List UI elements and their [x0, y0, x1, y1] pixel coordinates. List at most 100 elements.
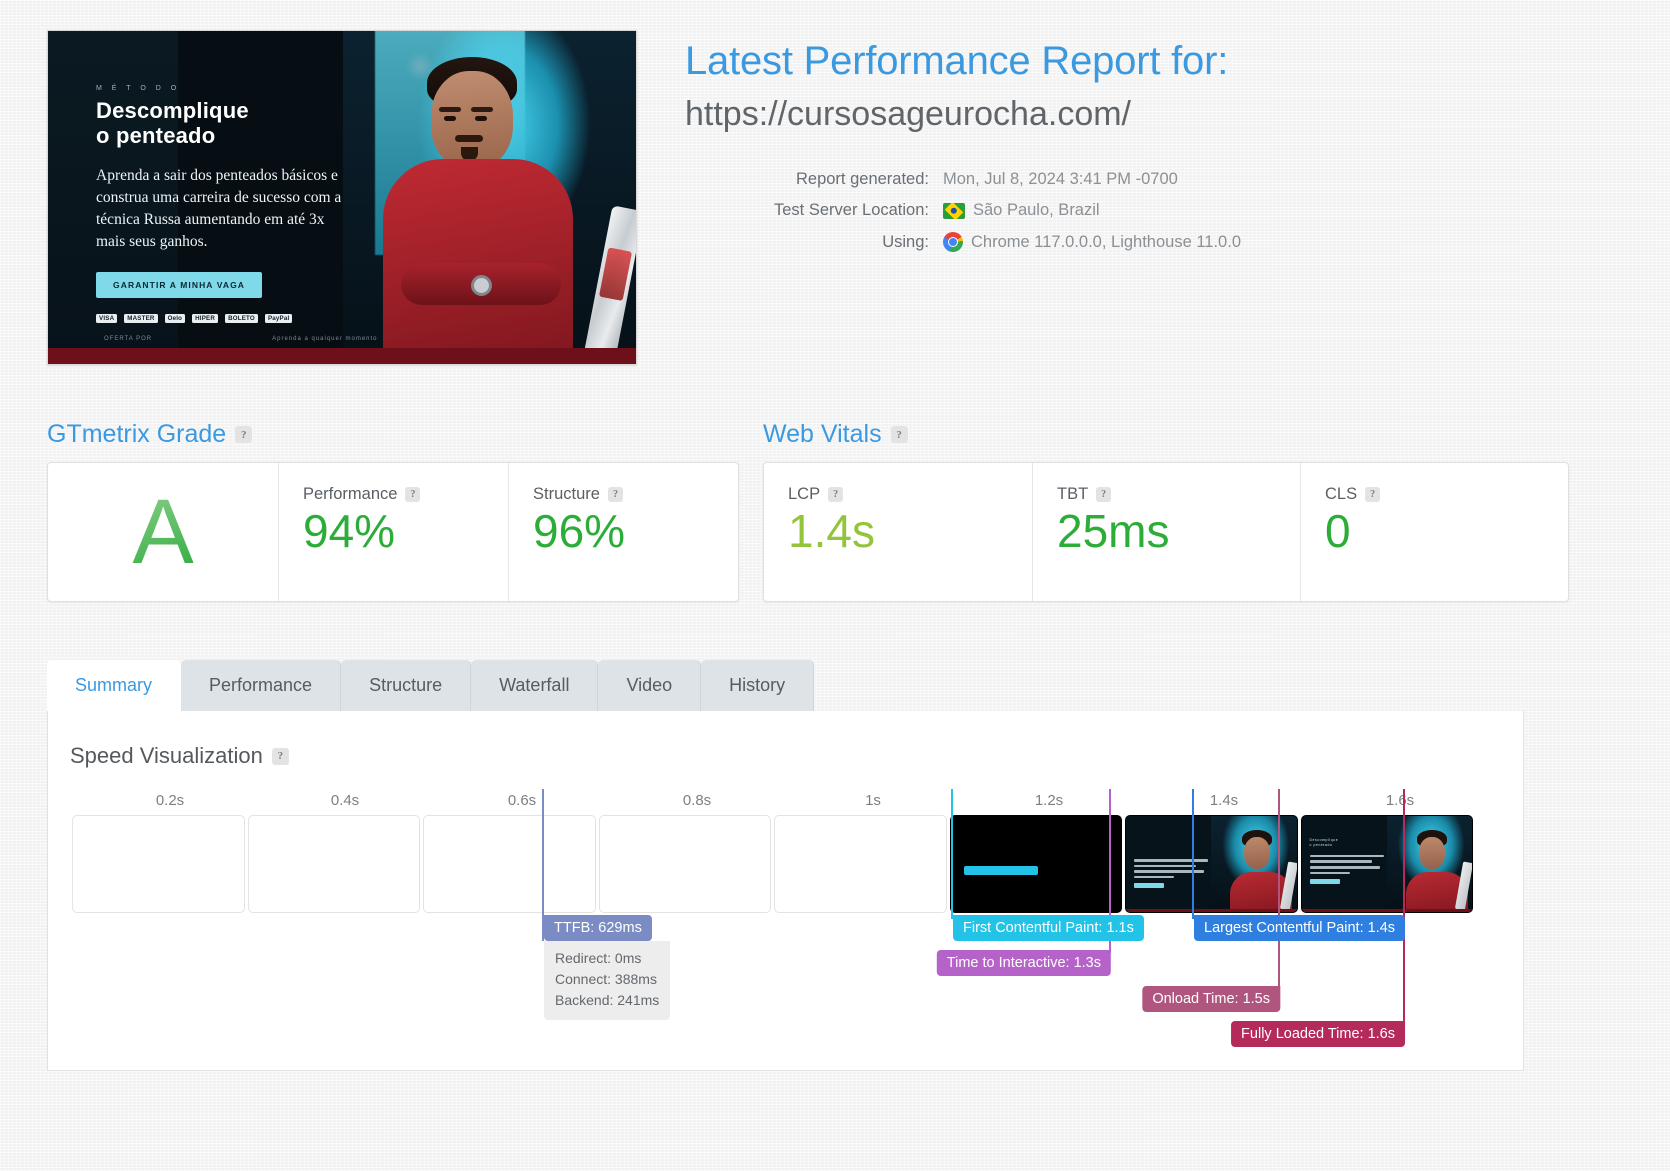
- screenshot-bottom-bar: [48, 348, 636, 364]
- screenshot-hero-photo: [343, 31, 636, 364]
- payment-icon: MASTER: [124, 314, 158, 324]
- loading-bar: [963, 866, 1038, 875]
- performance-metric-cell: Performance ? 94%: [278, 463, 508, 601]
- tti-marker-label[interactable]: Time to Interactive: 1.3s: [936, 950, 1111, 976]
- report-header-section: M É T O D O Descomplique o penteado Apre…: [0, 0, 1670, 365]
- tbt-label: TBT: [1057, 485, 1089, 503]
- help-icon[interactable]: ?: [235, 426, 253, 443]
- report-metadata: Report generated: Mon, Jul 8, 2024 3:41 …: [685, 170, 1241, 253]
- meta-label: Test Server Location:: [774, 201, 929, 220]
- chrome-icon: [943, 232, 963, 253]
- meta-row-using: Using: Chrome 117.0.0.0, Lighthouse 11.0…: [685, 232, 1241, 253]
- help-icon[interactable]: ?: [271, 747, 289, 765]
- gtmetrix-grade-card: A Performance ? 94% Structure ? 96%: [47, 462, 739, 602]
- axis-tick: 1.2s: [1034, 792, 1064, 809]
- help-icon[interactable]: ?: [828, 487, 844, 502]
- web-vitals-card: LCP ? 1.4s TBT ? 25ms CLS ? 0: [763, 462, 1569, 602]
- filmstrip-frame[interactable]: [774, 815, 947, 913]
- meta-row-generated: Report generated: Mon, Jul 8, 2024 3:41 …: [685, 170, 1241, 189]
- marker-line-lcp: [1192, 789, 1194, 919]
- axis-tick: 1s: [865, 792, 881, 809]
- marker-line-onload: [1278, 789, 1280, 989]
- tab-history[interactable]: History: [701, 660, 815, 711]
- help-icon[interactable]: ?: [1096, 487, 1112, 502]
- performance-label: Performance: [303, 485, 398, 503]
- timeline-axis: 0.2s 0.4s 0.6s 0.8s 1s 1.2s 1.4s 1.6s: [72, 789, 1500, 815]
- structure-value: 96%: [533, 505, 626, 557]
- lcp-marker-label[interactable]: Largest Contentful Paint: 1.4s: [1194, 915, 1406, 941]
- lcp-metric-cell: LCP ? 1.4s: [764, 463, 1032, 601]
- meta-value: Mon, Jul 8, 2024 3:41 PM -0700: [943, 170, 1178, 189]
- meta-row-server-location: Test Server Location: São Paulo, Brazil: [685, 201, 1241, 220]
- marker-line-fully: [1403, 789, 1405, 1025]
- performance-value: 94%: [303, 505, 396, 557]
- ttfb-detail-box: Redirect: 0ms Connect: 388ms Backend: 24…: [544, 941, 671, 1020]
- web-vitals-title: Web Vitals ?: [763, 420, 1569, 449]
- meta-label: Report generated:: [795, 170, 929, 189]
- tbt-metric-cell: TBT ? 25ms: [1032, 463, 1300, 601]
- help-icon[interactable]: ?: [890, 426, 908, 443]
- meta-label: Using:: [882, 232, 929, 251]
- payment-icon: VISA: [96, 314, 118, 324]
- tab-waterfall[interactable]: Waterfall: [471, 660, 599, 711]
- onload-marker-label[interactable]: Onload Time: 1.5s: [1142, 986, 1280, 1012]
- ttfb-connect: Connect: 388ms: [555, 971, 657, 987]
- structure-metric-cell: Structure ? 96%: [508, 463, 738, 601]
- page-title: Latest Performance Report for:: [685, 39, 1229, 83]
- speed-visualization-title: Speed Visualization ?: [70, 743, 1523, 769]
- filmstrip-frame[interactable]: [72, 815, 245, 913]
- filmstrip: Descomplique o penteado: [72, 815, 1500, 913]
- payment-icon: Oelo: [164, 314, 186, 324]
- ttfb-redirect: Redirect: 0ms: [555, 950, 642, 966]
- payment-icon: HIPER: [192, 314, 219, 324]
- screenshot-footer-right: Aprenda a qualquer momento: [272, 336, 378, 342]
- tab-performance[interactable]: Performance: [181, 660, 342, 711]
- ttfb-backend: Backend: 241ms: [555, 992, 660, 1008]
- cls-metric-cell: CLS ? 0: [1300, 463, 1568, 601]
- gtmetrix-grade-label: GTmetrix Grade: [47, 420, 227, 448]
- brazil-flag-icon: [943, 202, 965, 219]
- tbt-value: 25ms: [1057, 505, 1170, 557]
- fcp-marker-label[interactable]: First Contentful Paint: 1.1s: [953, 915, 1144, 941]
- screenshot-cta-button: GARANTIR A MINHA VAGA: [96, 272, 263, 299]
- ttfb-marker-label[interactable]: TTFB: 629ms: [544, 915, 652, 941]
- help-icon[interactable]: ?: [607, 487, 623, 502]
- cls-label: CLS: [1325, 485, 1358, 503]
- tab-summary[interactable]: Summary: [47, 660, 182, 711]
- axis-tick: 0.6s: [507, 792, 537, 809]
- help-icon[interactable]: ?: [405, 487, 421, 502]
- marker-line-fcp: [951, 789, 953, 919]
- speed-visualization-chart: 0.2s 0.4s 0.6s 0.8s 1s 1.2s 1.4s 1.6s De…: [72, 789, 1500, 1047]
- filmstrip-frame[interactable]: [949, 815, 1122, 913]
- screenshot-paragraph: Aprenda a sair dos penteados básicos e c…: [96, 167, 342, 251]
- axis-tick: 0.8s: [682, 792, 712, 809]
- filmstrip-frame[interactable]: [1125, 815, 1298, 913]
- axis-tick: 1.6s: [1385, 792, 1415, 809]
- filmstrip-frame[interactable]: [423, 815, 596, 913]
- page-screenshot-thumbnail[interactable]: M É T O D O Descomplique o penteado Apre…: [47, 30, 637, 365]
- screenshot-footer-text: OFERTA POR Aprenda a qualquer momento: [48, 330, 636, 348]
- summary-panel: Speed Visualization ? 0.2s 0.4s 0.6s 0.8…: [47, 711, 1524, 1071]
- scores-section: GTmetrix Grade ? A Performance ? 94% Str…: [0, 365, 1670, 602]
- cls-value: 0: [1325, 505, 1351, 557]
- web-vitals-label: Web Vitals: [763, 420, 882, 448]
- fully-loaded-marker-label[interactable]: Fully Loaded Time: 1.6s: [1231, 1021, 1405, 1047]
- lcp-value: 1.4s: [788, 505, 875, 557]
- axis-tick: 1.4s: [1209, 792, 1239, 809]
- overall-grade-cell: A: [48, 463, 278, 601]
- payment-icon: PayPal: [264, 314, 293, 324]
- payment-icon: BOLETO: [225, 314, 258, 324]
- speed-visualization-label: Speed Visualization: [70, 743, 263, 768]
- filmstrip-frame[interactable]: [247, 815, 420, 913]
- gtmetrix-grade-group: GTmetrix Grade ? A Performance ? 94% Str…: [47, 420, 739, 602]
- filmstrip-frame[interactable]: [598, 815, 771, 913]
- report-url[interactable]: https://cursosageurocha.com/: [685, 92, 1241, 136]
- tab-video[interactable]: Video: [598, 660, 702, 711]
- lcp-label: LCP: [788, 485, 821, 503]
- axis-tick: 0.4s: [330, 792, 360, 809]
- help-icon[interactable]: ?: [1365, 487, 1381, 502]
- filmstrip-frame[interactable]: Descomplique o penteado: [1300, 815, 1473, 913]
- tab-structure[interactable]: Structure: [341, 660, 472, 711]
- gtmetrix-grade-title: GTmetrix Grade ?: [47, 420, 739, 449]
- structure-label: Structure: [533, 485, 600, 503]
